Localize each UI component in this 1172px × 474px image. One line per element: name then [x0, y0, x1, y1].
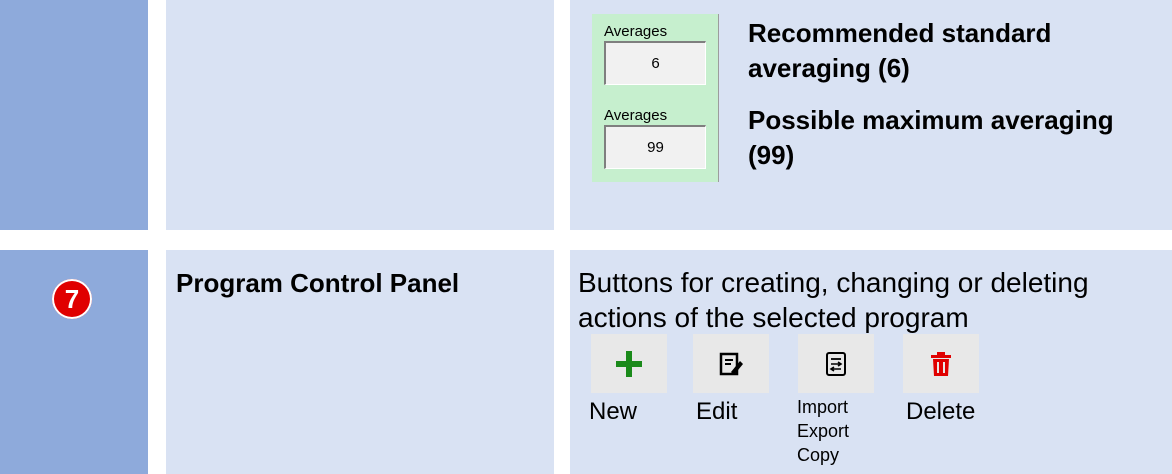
new-button-label: New: [589, 398, 638, 425]
program-control-panel-description: Buttons for creating, changing or deleti…: [578, 267, 1089, 333]
delete-button[interactable]: [903, 334, 979, 393]
copy-label: Copy: [797, 445, 840, 465]
import-export-icon: [826, 351, 846, 376]
edit-icon: [719, 352, 743, 375]
row6-number-cell: [0, 0, 148, 230]
export-label: Export: [797, 421, 850, 441]
averages-box-1: Averages 6: [592, 14, 719, 98]
row6-description-cell: Averages 6 Averages 99 Recommended stand…: [570, 0, 1172, 230]
import-export-copy-button[interactable]: [798, 334, 874, 393]
maximum-averaging-text: Possible maximum averaging (99): [748, 105, 1114, 170]
averages-label: Averages: [604, 23, 668, 40]
edit-button[interactable]: [693, 334, 769, 393]
averages-input: 6: [604, 41, 706, 85]
new-button[interactable]: [591, 334, 667, 393]
program-control-panel-heading: Program Control Panel: [176, 268, 460, 298]
import-export-copy-label: Import Export Copy: [797, 395, 849, 467]
step-number-badge: 7: [52, 279, 92, 319]
row6-name-cell: [166, 0, 554, 230]
trash-icon: [931, 351, 951, 376]
averages-input: 99: [604, 125, 706, 169]
import-label: Import: [797, 397, 849, 417]
averages-label: Averages: [604, 107, 668, 124]
recommended-averaging-text: Recommended standard averaging (6): [748, 18, 1052, 83]
averages-box-2: Averages 99: [592, 98, 719, 182]
plus-icon: [616, 350, 642, 377]
delete-button-label: Delete: [906, 398, 976, 425]
edit-button-label: Edit: [696, 398, 738, 425]
